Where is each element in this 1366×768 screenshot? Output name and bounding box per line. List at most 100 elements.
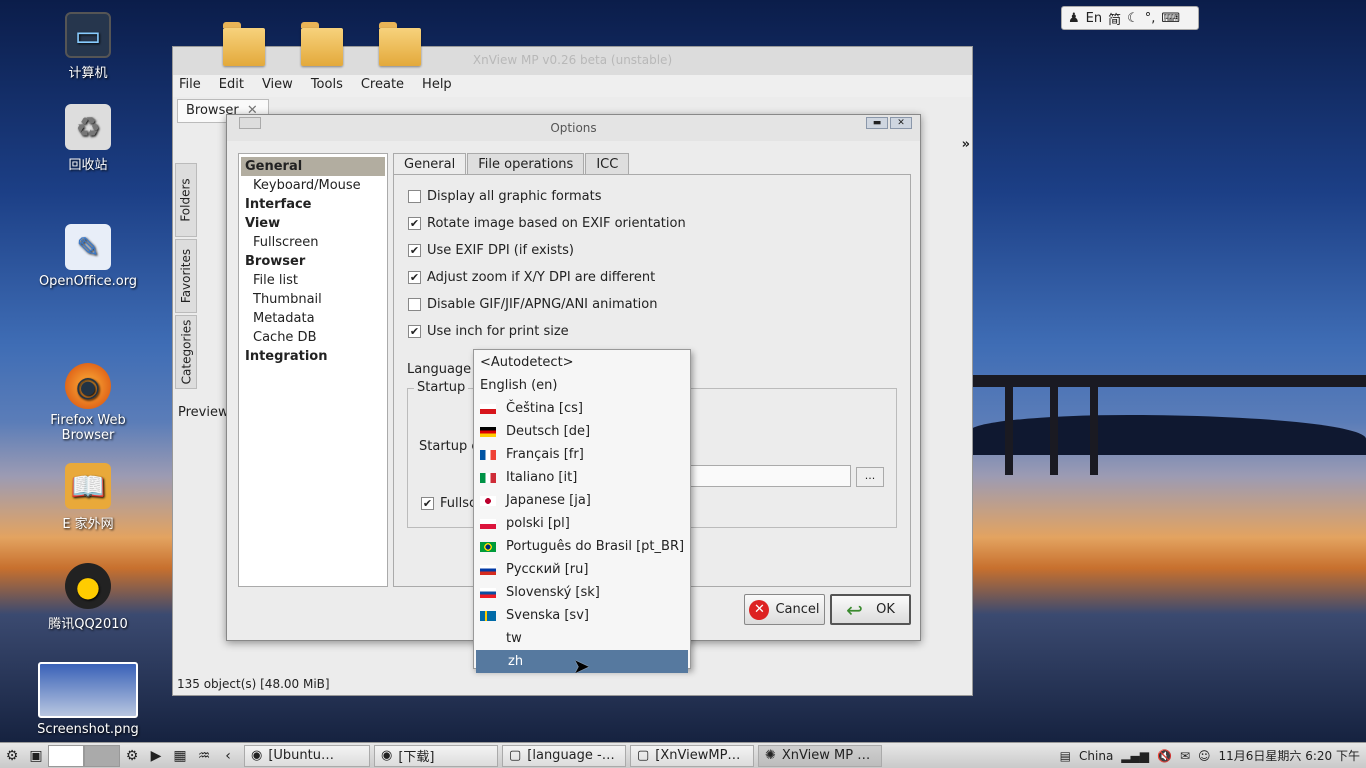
arrow-left-icon[interactable]: ‹	[218, 746, 238, 766]
language-option[interactable]: English (en)	[474, 374, 690, 397]
language-option[interactable]: Italiano [it]	[474, 466, 690, 489]
tree-item-interface[interactable]: Interface	[241, 195, 385, 214]
task-xnview[interactable]: ✺ XnView MP …	[758, 744, 882, 767]
menu-view[interactable]: View	[262, 77, 293, 95]
tree-item-browser[interactable]: Browser	[241, 252, 385, 271]
browse-button[interactable]: ...	[856, 467, 884, 487]
tree-item-cache-db[interactable]: Cache DB	[241, 328, 385, 347]
chevron-right-icon[interactable]: »	[962, 137, 970, 152]
desktop-icon-trash[interactable]: ♻ 回收站	[23, 104, 153, 173]
settings-icon[interactable]: ⚙	[122, 746, 142, 766]
desktop-icon[interactable]: ▣	[26, 746, 46, 766]
checkbox[interactable]	[408, 190, 421, 203]
option-adjust-zoom[interactable]: ✔ Adjust zoom if X/Y DPI are different	[408, 270, 655, 285]
language-option[interactable]: tw	[474, 627, 690, 650]
folder-icon[interactable]	[223, 22, 265, 66]
checkbox[interactable]: ✔	[408, 271, 421, 284]
ime-language[interactable]: En	[1086, 11, 1102, 26]
tab-file-operations[interactable]: File operations	[467, 153, 585, 175]
network-manager-icon[interactable]: ▤	[1060, 749, 1071, 763]
tree-item-keyboard-mouse[interactable]: Keyboard/Mouse	[241, 176, 385, 195]
workspace-1[interactable]	[48, 744, 84, 767]
option-fullscreen[interactable]: ✔ Fullsc	[421, 496, 476, 511]
tab-favorites[interactable]: Favorites	[175, 239, 197, 313]
background-pier	[970, 375, 1366, 387]
folder-icon[interactable]	[301, 22, 343, 66]
tab-general[interactable]: General	[393, 153, 467, 175]
option-use-exif-dpi[interactable]: ✔ Use EXIF DPI (if exists)	[408, 243, 574, 258]
calculator-icon[interactable]: ▦	[170, 746, 190, 766]
task-xnviewmp-editor[interactable]: ▢ [XnViewMP…	[630, 744, 754, 767]
language-option[interactable]: <Autodetect>	[474, 351, 690, 374]
ime-mode[interactable]: 简	[1108, 9, 1121, 28]
option-inch-print[interactable]: ✔ Use inch for print size	[408, 324, 569, 339]
tree-item-fullscreen[interactable]: Fullscreen	[241, 233, 385, 252]
menu-icon[interactable]: ⚙	[2, 746, 22, 766]
language-option[interactable]: Svenska [sv]	[474, 604, 690, 627]
tree-item-view[interactable]: View	[241, 214, 385, 233]
ime-toolbar[interactable]: ♟ En 简 ☾ °, ⌨	[1061, 6, 1199, 30]
punctuation-icon[interactable]: °,	[1145, 11, 1156, 26]
tree-item-general[interactable]: General	[241, 157, 385, 176]
folder-icon[interactable]	[379, 22, 421, 66]
preview-label[interactable]: Preview	[178, 405, 229, 420]
tree-item-file-list[interactable]: File list	[241, 271, 385, 290]
menu-create[interactable]: Create	[361, 77, 404, 95]
tree-item-integration[interactable]: Integration	[241, 347, 385, 366]
terminal-icon[interactable]: ▶	[146, 746, 166, 766]
tree-item-thumbnail[interactable]: Thumbnail	[241, 290, 385, 309]
desktop-icon-qq[interactable]: ● 腾讯QQ2010	[23, 563, 153, 632]
cancel-button[interactable]: ✕ Cancel	[744, 594, 825, 625]
moon-icon[interactable]: ☾	[1127, 11, 1139, 26]
option-display-all-formats[interactable]: Display all graphic formats	[408, 189, 601, 204]
language-option[interactable]: Français [fr]	[474, 443, 690, 466]
menu-tools[interactable]: Tools	[311, 77, 343, 95]
startup-path-input[interactable]	[689, 465, 851, 487]
signal-icon[interactable]: ▂▄▆	[1121, 749, 1149, 763]
volume-muted-icon[interactable]: 🔇	[1157, 749, 1172, 763]
ok-button[interactable]: ↩ OK	[830, 594, 911, 625]
user-icon[interactable]: ☺	[1198, 749, 1211, 763]
clock[interactable]: 11月6日星期六 6:20 下午	[1219, 747, 1360, 764]
desktop-icon-firefox[interactable]: ◉ Firefox Web Browser	[23, 363, 153, 443]
cancel-icon: ✕	[749, 599, 770, 620]
desktop-icon-ejia[interactable]: 📖 E 家外网	[23, 463, 153, 532]
minimize-icon[interactable]: ▬	[866, 117, 888, 129]
language-option[interactable]: Slovenský [sk]	[474, 581, 690, 604]
checkbox[interactable]: ✔	[408, 325, 421, 338]
desktop-icon-computer[interactable]: ▭ 计算机	[23, 12, 153, 81]
language-option[interactable]: Português do Brasil [pt_BR]	[474, 535, 690, 558]
language-option[interactable]: Deutsch [de]	[474, 420, 690, 443]
czech-flag-icon	[480, 403, 496, 414]
close-icon[interactable]: ✕	[890, 117, 912, 129]
task-download[interactable]: ◉ [下载]	[374, 744, 498, 767]
tab-folders[interactable]: Folders	[175, 163, 197, 237]
language-option[interactable]: polski [pl]	[474, 512, 690, 535]
language-option[interactable]: Русский [ru]	[474, 558, 690, 581]
keyboard-icon[interactable]: ⌨	[1161, 11, 1180, 26]
menu-help[interactable]: Help	[422, 77, 452, 95]
menu-bar: File Edit View Tools Create Help	[173, 75, 972, 97]
desktop-icon-openoffice[interactable]: ✎ OpenOffice.org	[23, 224, 153, 289]
language-option[interactable]: Čeština [cs]	[474, 397, 690, 420]
task-language[interactable]: ▢ [language -…	[502, 744, 626, 767]
menu-file[interactable]: File	[179, 77, 201, 95]
monitor-icon[interactable]: ♒	[194, 746, 214, 766]
checkbox[interactable]	[408, 298, 421, 311]
option-disable-animation[interactable]: Disable GIF/JIF/APNG/ANI animation	[408, 297, 658, 312]
window-menu-icon[interactable]	[239, 117, 261, 129]
task-ubuntu[interactable]: ◉ [Ubuntu…	[244, 744, 370, 767]
menu-edit[interactable]: Edit	[219, 77, 244, 95]
workspace-2[interactable]	[84, 744, 120, 767]
tab-categories[interactable]: Categories	[175, 315, 197, 389]
language-option[interactable]: Japanese [ja]	[474, 489, 690, 512]
checkbox[interactable]: ✔	[408, 244, 421, 257]
desktop-icon-screenshot[interactable]: Screenshot.png	[23, 662, 153, 737]
checkbox[interactable]: ✔	[421, 497, 434, 510]
tab-icc[interactable]: ICC	[585, 153, 630, 175]
checkbox[interactable]: ✔	[408, 217, 421, 230]
tree-item-metadata[interactable]: Metadata	[241, 309, 385, 328]
polish-flag-icon	[480, 518, 496, 529]
option-rotate-exif[interactable]: ✔ Rotate image based on EXIF orientation	[408, 216, 686, 231]
mail-icon[interactable]: ✉	[1180, 749, 1190, 763]
